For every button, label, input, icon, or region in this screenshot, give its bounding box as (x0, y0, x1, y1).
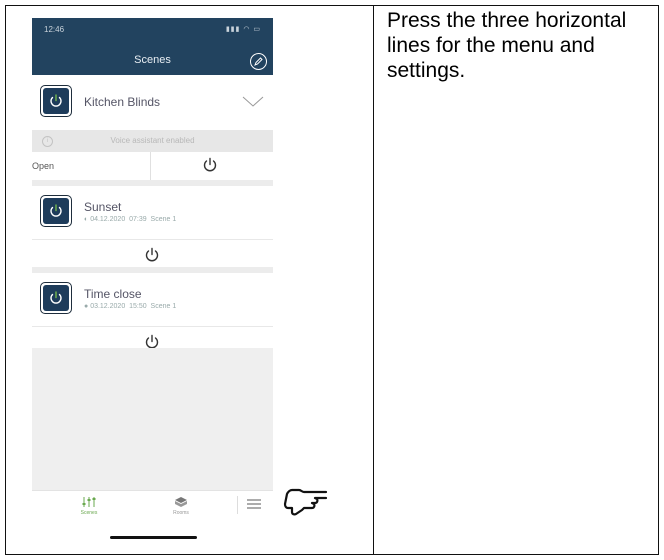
page-title: Scenes (134, 54, 171, 66)
voice-assistant-status: Voice assistant enabled (110, 136, 195, 145)
tab-scenes[interactable]: Scenes (74, 495, 104, 516)
voice-assistant-bar: i Voice assistant enabled (32, 130, 273, 152)
status-time: 12:46 (44, 25, 65, 34)
scene-icon-time-close[interactable] (40, 282, 72, 314)
edit-button[interactable] (250, 53, 267, 70)
tab-label: Rooms (173, 510, 189, 516)
rooms-cube-icon (175, 497, 187, 507)
power-button-sunset[interactable] (144, 247, 160, 263)
tab-rooms[interactable]: Rooms (166, 495, 196, 516)
row-divider (32, 326, 273, 327)
section-separator (32, 180, 273, 186)
pencil-icon (254, 57, 263, 66)
pointing-hand-icon (283, 488, 328, 516)
row-divider (32, 239, 273, 240)
power-button-kitchen-blinds[interactable] (202, 157, 218, 173)
scene-date: 04.12.2020 (90, 216, 126, 223)
tab-separator (237, 496, 238, 514)
scene-icon-sunset[interactable] (40, 195, 72, 227)
phone-screen: 12:46 ▮▮▮ ◠ ▭ Scenes Kitchen Blinds i Vo… (32, 18, 273, 518)
scene-meta-sunset: ◐ 04.12.2020 07:39 Scene 1 (84, 216, 176, 223)
scene-time: 07:39 (129, 216, 147, 223)
half-clock-icon: ◐ (84, 216, 89, 223)
app-header: 12:46 ▮▮▮ ◠ ▭ Scenes (32, 18, 273, 75)
scene-time: 15:50 (129, 303, 147, 310)
scene-date: 03.12.2020 (90, 303, 126, 310)
tab-label: Scenes (80, 510, 98, 516)
scene-label: Scene 1 (150, 303, 177, 310)
status-icons: ▮▮▮ ◠ ▭ (225, 26, 261, 33)
power-icon (50, 94, 62, 107)
empty-list-area (32, 348, 273, 490)
action-divider (150, 152, 151, 180)
power-icon (50, 204, 62, 217)
scene-name-sunset: Sunset (84, 200, 122, 214)
scene-name-kitchen-blinds: Kitchen Blinds (84, 95, 161, 109)
open-action-label[interactable]: Open (32, 161, 54, 171)
column-divider (373, 5, 374, 555)
section-separator (32, 267, 273, 273)
scene-meta-time-close: ● 03.12.2020 15:50 Scene 1 (84, 303, 176, 310)
power-icon (50, 291, 62, 304)
instruction-text: Press the three horizontal lines for the… (387, 9, 627, 82)
chevron-down-icon[interactable] (242, 96, 264, 108)
scene-label: Scene 1 (150, 216, 177, 223)
home-indicator (110, 536, 197, 539)
hamburger-menu-button[interactable] (246, 498, 262, 510)
scene-name-time-close: Time close (84, 287, 142, 301)
sliders-icon (82, 497, 96, 507)
clock-icon: ● (84, 303, 89, 310)
scene-icon-kitchen-blinds[interactable] (40, 85, 72, 117)
